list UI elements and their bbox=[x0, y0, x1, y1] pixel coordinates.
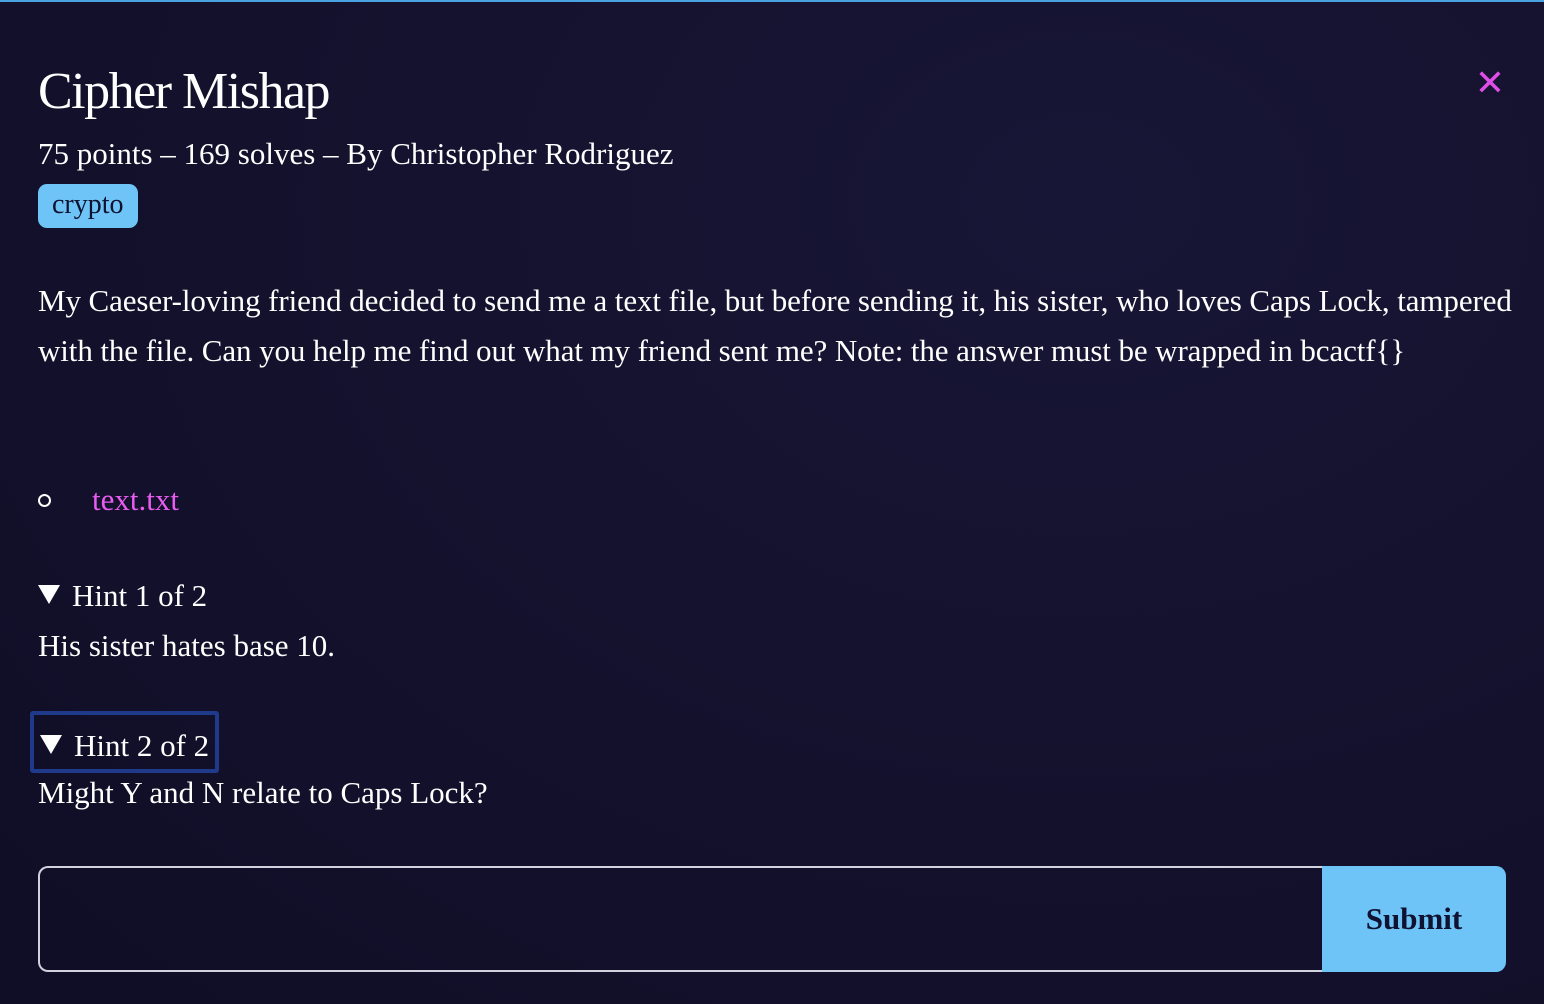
hint-1-body: His sister hates base 10. bbox=[38, 628, 336, 663]
close-icon[interactable]: ✕ bbox=[1474, 66, 1506, 102]
challenge-description: My Caeser-loving friend decided to send … bbox=[38, 283, 1512, 368]
triangle-down-icon bbox=[38, 585, 60, 604]
hint-2-toggle[interactable]: Hint 2 of 2 bbox=[30, 711, 220, 773]
flag-input[interactable] bbox=[38, 866, 1322, 972]
hint-1-summary-label: Hint 1 of 2 bbox=[72, 578, 208, 613]
hint-1-toggle[interactable]: Hint 1 of 2 bbox=[38, 576, 207, 616]
hint-2-body: Might Y and N relate to Caps Lock? bbox=[38, 775, 488, 810]
flag-submit-form: Submit bbox=[38, 866, 1506, 972]
circle-bullet-icon bbox=[38, 494, 51, 507]
hint-2-summary-label: Hint 2 of 2 bbox=[74, 728, 210, 763]
challenge-title: Cipher Mishap bbox=[38, 63, 331, 120]
submit-button[interactable]: Submit bbox=[1322, 866, 1506, 972]
file-list-item: text.txt bbox=[38, 478, 179, 522]
category-tag: crypto bbox=[38, 184, 138, 228]
challenge-modal: Cipher Mishap 75 points – 169 solves – B… bbox=[30, 0, 1512, 1004]
challenge-meta: 75 points – 169 solves – By Christopher … bbox=[38, 136, 674, 171]
triangle-down-icon bbox=[40, 735, 62, 754]
file-link-text-txt[interactable]: text.txt bbox=[92, 482, 179, 517]
file-list: text.txt bbox=[38, 478, 179, 522]
